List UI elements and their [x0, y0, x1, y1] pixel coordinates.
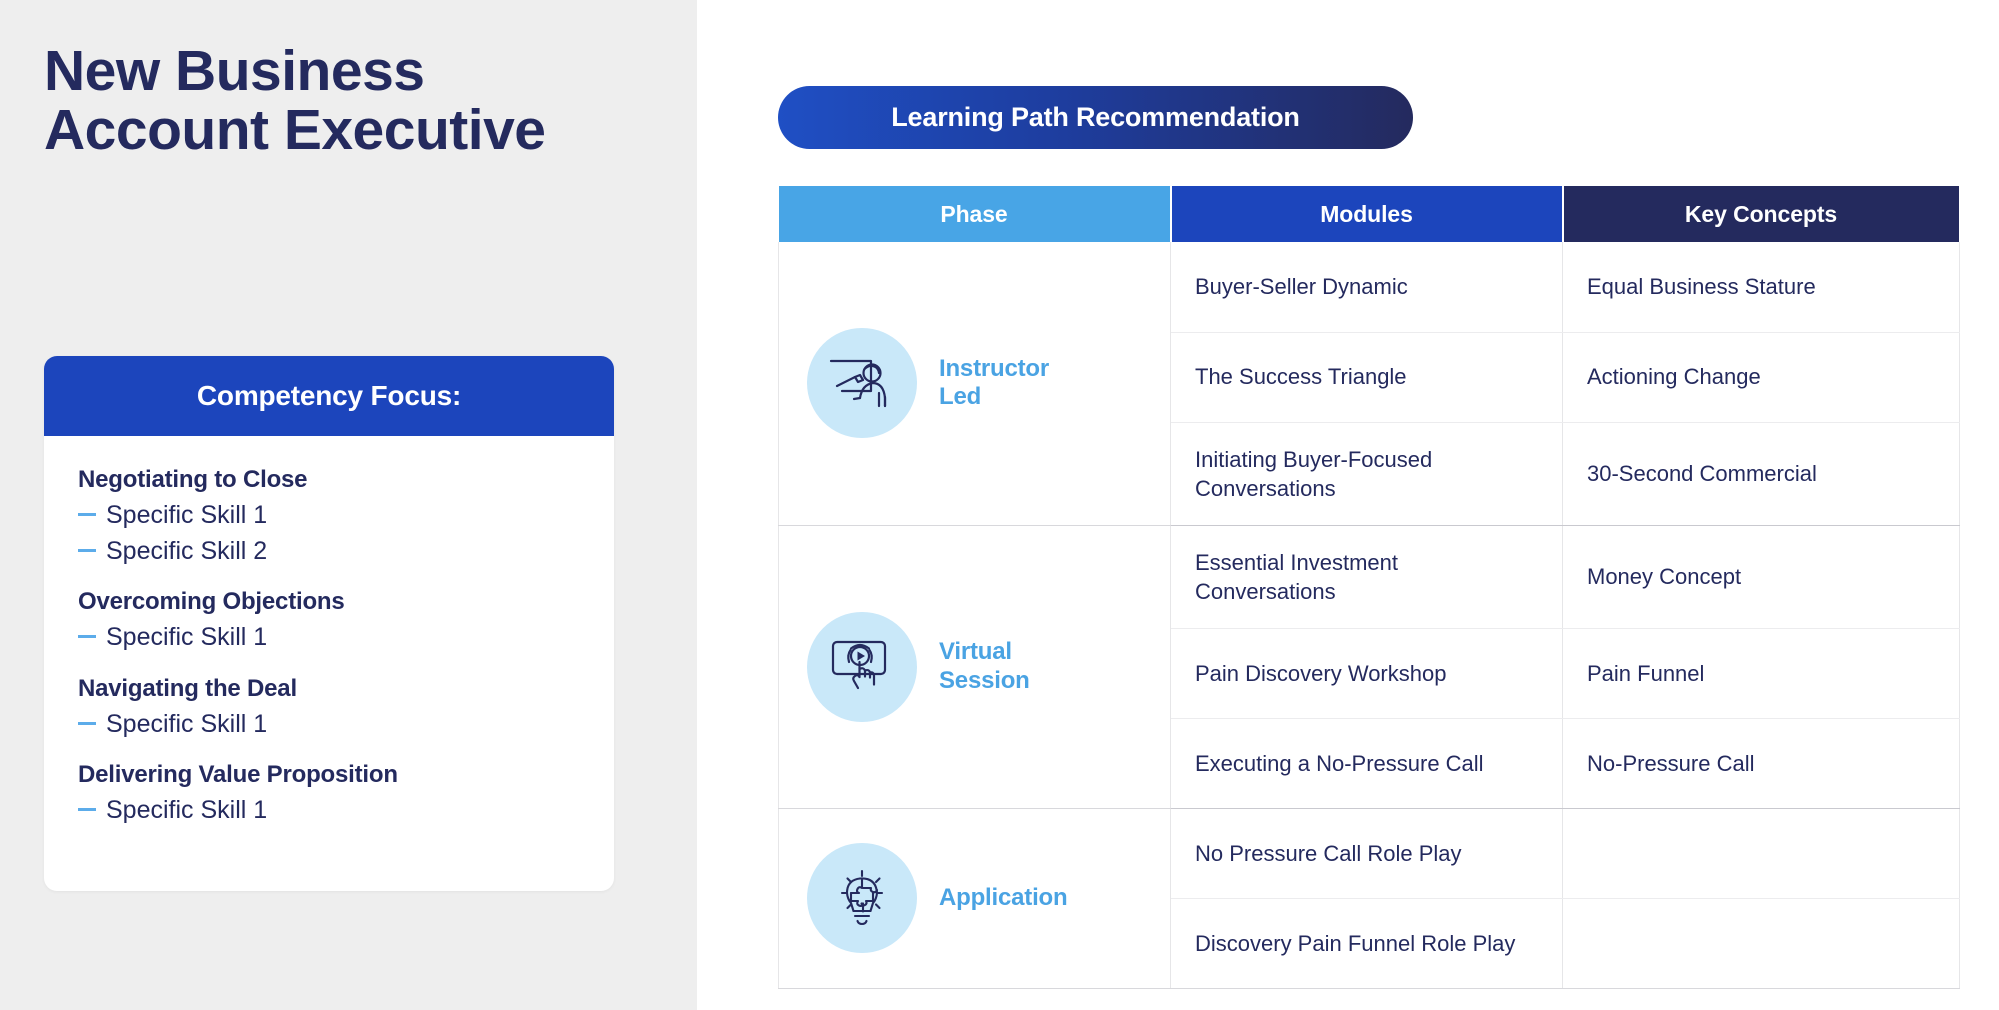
key-concept-cell: No-Pressure Call	[1562, 718, 1960, 809]
learning-path-table: Phase Modules Key Concepts Instructor Le…	[778, 186, 1961, 989]
competency-group: Navigating the Deal Specific Skill 1	[78, 675, 580, 743]
learning-path-banner-label: Learning Path Recommendation	[891, 102, 1300, 132]
module-cell: Buyer-Seller Dynamic	[1170, 242, 1563, 333]
learning-path-table-wrapper: Phase Modules Key Concepts Instructor Le…	[778, 186, 1961, 989]
table-row: Instructor Led Buyer-Seller Dynamic Equa…	[778, 242, 1960, 526]
competency-skill-label: Specific Skill 1	[106, 709, 268, 738]
competency-group-title: Overcoming Objections	[78, 588, 345, 615]
phase-label-virtual-session: Virtual Session	[939, 638, 1030, 694]
module-cell: Executing a No-Pressure Call	[1170, 718, 1563, 809]
dash-bullet-icon	[78, 513, 96, 516]
competency-skill-label: Specific Skill 1	[106, 501, 268, 529]
competency-focus-card-header: Competency Focus:	[44, 356, 614, 436]
key-concept-cell: 30-Second Commercial	[1562, 422, 1960, 526]
competency-skill-label: Specific Skill 1	[106, 796, 268, 824]
competency-skill-item: Specific Skill 1	[78, 620, 580, 656]
key-concept-cell: Equal Business Stature	[1562, 242, 1960, 333]
key-concept-cell: Money Concept	[1562, 525, 1960, 629]
dash-bullet-icon	[78, 635, 96, 638]
dash-bullet-icon	[78, 721, 96, 725]
key-concept-cell: Pain Funnel	[1562, 628, 1960, 719]
table-row: Virtual Session Essential Investment Con…	[778, 525, 1960, 809]
module-cell: No Pressure Call Role Play	[1170, 808, 1563, 899]
phase-label-application: Application	[939, 883, 1068, 911]
competency-group-title: Navigating the Deal	[78, 674, 297, 702]
competency-focus-list: Negotiating to Close Specific Skill 1 Sp…	[44, 436, 614, 891]
competency-group-title: Negotiating to Close	[78, 466, 308, 493]
competency-skill-item: Specific Skill 1	[78, 707, 580, 743]
phase-cell-virtual-session: Virtual Session	[778, 525, 1171, 809]
phase-cell-instructor-led: Instructor Led	[778, 242, 1171, 526]
competency-group: Overcoming Objections Specific Skill 1	[78, 588, 580, 656]
column-header-modules: Modules	[1170, 186, 1564, 242]
competency-skill-item: Specific Skill 1	[78, 793, 580, 829]
module-cell: Initiating Buyer-Focused Conversations	[1170, 422, 1563, 526]
video-play-touch-icon	[807, 611, 917, 722]
key-concept-cell: Actioning Change	[1562, 332, 1960, 423]
competency-skill-item: Specific Skill 2	[78, 534, 580, 570]
phase-label-instructor-led: Instructor Led	[939, 354, 1050, 411]
competency-skill-item: Specific Skill 1	[78, 498, 580, 534]
key-concept-cell	[1562, 808, 1960, 899]
competency-group: Delivering Value Proposition Specific Sk…	[78, 761, 580, 829]
competency-group: Negotiating to Close Specific Skill 1 Sp…	[78, 466, 580, 569]
column-header-key-concepts: Key Concepts	[1562, 186, 1961, 242]
left-panel: New Business Account Executive Competenc…	[0, 0, 697, 1010]
column-header-phase: Phase	[778, 186, 1172, 242]
slide-root: New Business Account Executive Competenc…	[0, 0, 1999, 1010]
dash-bullet-icon	[78, 548, 96, 552]
puzzle-lightbulb-icon	[807, 843, 917, 954]
module-cell: Pain Discovery Workshop	[1170, 628, 1563, 719]
table-header-row: Phase Modules Key Concepts	[778, 186, 1961, 242]
module-cell: Discovery Pain Funnel Role Play	[1170, 898, 1563, 989]
phase-cell-application: Application	[778, 808, 1171, 989]
competency-focus-card: Competency Focus: Negotiating to Close S…	[44, 356, 614, 891]
key-concept-cell	[1562, 898, 1960, 989]
dash-bullet-icon	[78, 808, 96, 811]
competency-skill-label: Specific Skill 2	[106, 536, 268, 565]
module-cell: Essential Investment Conversations	[1170, 525, 1563, 629]
module-cell: The Success Triangle	[1170, 332, 1563, 423]
page-title: New Business Account Executive	[44, 39, 546, 162]
right-panel: Learning Path Recommendation Phase Modul…	[697, 0, 1999, 1010]
competency-skill-label: Specific Skill 1	[106, 623, 268, 651]
whiteboard-instructor-icon	[807, 328, 917, 439]
table-row: Application No Pressure Call Role Play	[778, 808, 1960, 989]
competency-group-title: Delivering Value Proposition	[78, 761, 398, 788]
learning-path-banner: Learning Path Recommendation	[778, 86, 1413, 149]
